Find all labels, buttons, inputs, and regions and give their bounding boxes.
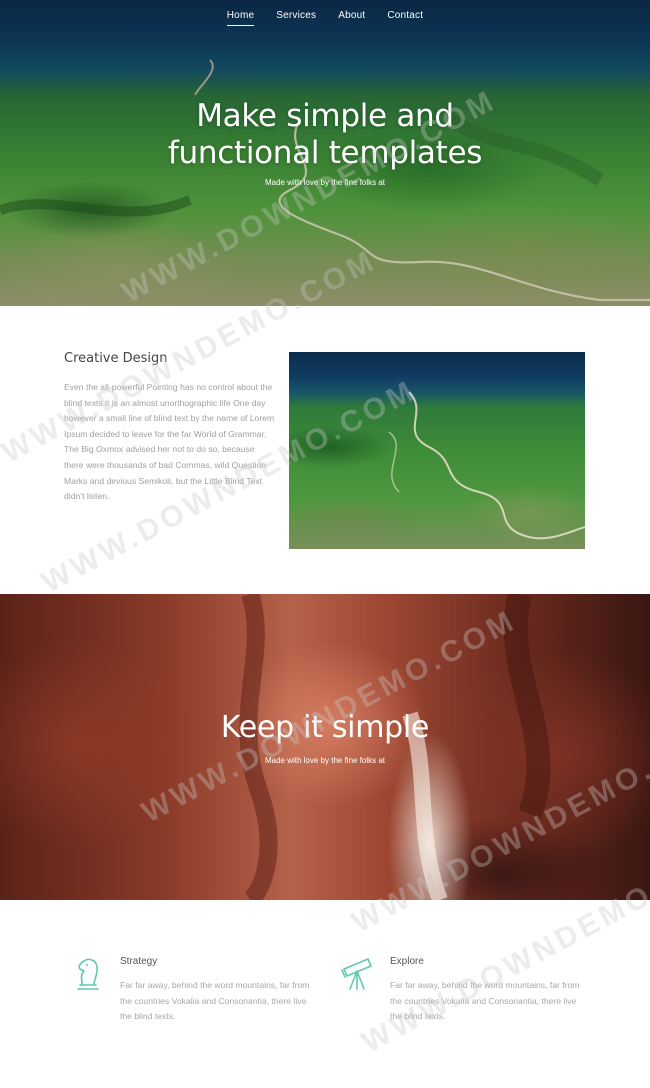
hero-title-line1: Make simple and bbox=[196, 98, 454, 134]
hero-subtitle: Made with love by the fine folks at bbox=[264, 178, 386, 187]
creative-heading: Creative Design bbox=[64, 351, 168, 366]
hero-title-line2: functional templates bbox=[167, 135, 483, 171]
canyon-image bbox=[239, 594, 551, 900]
main-nav: Home Services About Contact bbox=[0, 10, 650, 26]
feature-strategy-title: Strategy bbox=[120, 956, 158, 967]
nav-about[interactable]: About bbox=[338, 10, 365, 26]
hero-title: Make simple and functional templates bbox=[0, 98, 650, 172]
creative-body-text: Even the all-powerful Pointing has no co… bbox=[64, 382, 275, 502]
nav-home[interactable]: Home bbox=[226, 10, 255, 26]
banner-title: Keep it simple bbox=[220, 710, 430, 745]
feature-explore-title: Explore bbox=[390, 956, 424, 967]
telescope-icon bbox=[341, 958, 372, 990]
nav-contact[interactable]: Contact bbox=[387, 10, 423, 26]
nav-services[interactable]: Services bbox=[276, 10, 316, 26]
feature-strategy-text: Far far away, behind the word mountains,… bbox=[120, 980, 310, 1022]
creative-landscape-image bbox=[289, 352, 585, 549]
canyon-banner: Keep it simple Made with love by the fin… bbox=[0, 594, 650, 900]
creative-image-road bbox=[388, 391, 585, 540]
hero-section: Home Services About Contact Make simple … bbox=[0, 0, 650, 306]
feature-explore-text: Far far away, behind the word mountains,… bbox=[390, 980, 580, 1022]
chess-knight-icon bbox=[77, 958, 99, 990]
banner-subtitle: Made with love by the fine folks at bbox=[264, 756, 386, 765]
